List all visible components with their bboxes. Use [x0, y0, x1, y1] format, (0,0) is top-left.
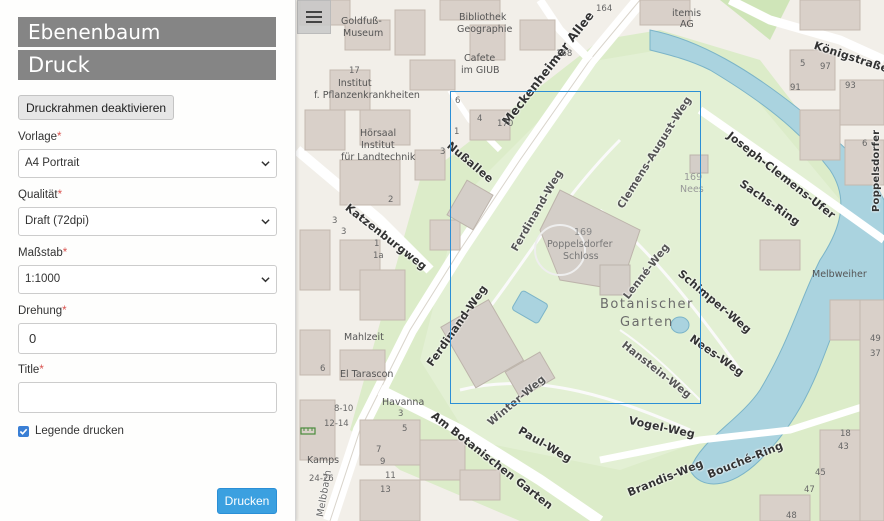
quality-label: Qualität*	[18, 189, 63, 201]
house-number: 48	[786, 511, 797, 521]
house-number: 11	[385, 471, 396, 481]
label-eltarascon: El Tarascon	[340, 369, 394, 380]
ruler-icon	[300, 427, 316, 435]
scale-label: Maßstab*	[18, 247, 68, 259]
house-number: 1a	[373, 251, 384, 261]
toggle-print-frame-button[interactable]: Druckrahmen deaktivieren	[18, 95, 175, 120]
legend-checkbox[interactable]	[18, 425, 29, 437]
house-number: 37	[870, 349, 881, 359]
checkmark-icon	[19, 428, 28, 435]
scale-value: 1:1000	[25, 273, 61, 285]
label-pflanzen: f. Pflanzenkrankheiten	[314, 90, 420, 101]
label-hoersaal: Hörsaal	[360, 128, 397, 139]
house-number: 6	[862, 139, 868, 149]
print-frame[interactable]	[450, 91, 701, 404]
house-number: 45	[815, 468, 826, 478]
template-select[interactable]: A4 Portrait	[18, 149, 277, 178]
house-number: 18	[840, 429, 851, 439]
house-number: 3	[398, 409, 404, 419]
house-number: 6	[320, 364, 326, 374]
template-value: A4 Portrait	[25, 157, 80, 169]
layer-tree-title[interactable]: Ebenenbaum	[18, 17, 276, 47]
house-number: 49	[870, 334, 881, 344]
house-number: 5	[800, 59, 806, 69]
label-museum: Museum	[343, 28, 384, 39]
label-bibliothek: Bibliothek	[459, 12, 507, 23]
house-number: 168	[556, 49, 573, 59]
house-number: 164	[596, 4, 613, 14]
scale-select[interactable]: 1:1000	[18, 265, 277, 294]
house-number: 2	[388, 195, 394, 205]
label-landtechnik: für Landtechnik	[341, 152, 416, 163]
house-number: 13	[380, 485, 391, 495]
print-button[interactable]: Drucken	[217, 488, 277, 514]
title-label: Title*	[18, 364, 44, 376]
chevron-down-icon	[261, 277, 270, 283]
rotation-label: Drehung*	[18, 305, 67, 317]
hamburger-icon-line	[306, 11, 322, 13]
label-cafete: Cafete	[464, 53, 496, 64]
street-poppelsdorfer: Poppelsdorfer	[871, 129, 882, 212]
label-itemis: itemis	[672, 8, 702, 19]
house-number: 93	[845, 81, 856, 91]
legend-checkbox-label: Legende drucken	[35, 425, 124, 437]
house-number: 24-26	[309, 474, 334, 484]
label-institut2: Institut	[361, 140, 395, 151]
house-number: 3	[332, 216, 338, 226]
quality-value: Draft (72dpi)	[25, 215, 89, 227]
house-number: 3	[341, 227, 347, 237]
chevron-down-icon	[261, 219, 270, 225]
label-kamps: Kamps	[307, 455, 340, 466]
print-sidebar: Ebenenbaum Druck Druckrahmen deaktiviere…	[0, 0, 296, 521]
title-input[interactable]	[18, 382, 277, 413]
hamburger-icon-line	[306, 21, 322, 23]
house-number: 47	[804, 485, 815, 495]
map-tool-icon[interactable]	[300, 425, 316, 437]
house-number: 97	[820, 62, 831, 72]
house-number: 8-10	[334, 404, 354, 414]
print-panel-title[interactable]: Druck	[18, 50, 276, 80]
template-label: Vorlage*	[18, 131, 62, 143]
label-mahlzeit: Mahlzeit	[344, 332, 384, 343]
rotation-input[interactable]	[18, 323, 277, 354]
legend-checkbox-row[interactable]: Legende drucken	[18, 425, 276, 437]
menu-toggle-button[interactable]	[297, 0, 331, 34]
house-number: 43	[838, 442, 849, 452]
house-number: 1	[374, 239, 380, 249]
label-havanna: Havanna	[382, 397, 425, 408]
label-ag: AG	[680, 19, 694, 30]
house-number: 12-14	[324, 419, 349, 429]
chevron-down-icon	[261, 161, 270, 167]
house-number: 9	[380, 457, 386, 467]
label-institut: Institut	[338, 78, 372, 89]
house-number: 3	[440, 147, 446, 157]
house-number: 5	[402, 424, 408, 434]
label-geographie: Geographie	[457, 24, 513, 35]
hamburger-icon-line	[306, 16, 322, 18]
house-number: 91	[790, 83, 801, 93]
house-number: 7	[376, 445, 382, 455]
label-giub: im GIUB	[461, 65, 500, 76]
house-number: 17	[349, 66, 360, 76]
label-melbweiher: Melbweiher	[812, 269, 867, 280]
label-goldfuss: Goldfuß-	[341, 16, 382, 27]
quality-select[interactable]: Draft (72dpi)	[18, 207, 277, 236]
